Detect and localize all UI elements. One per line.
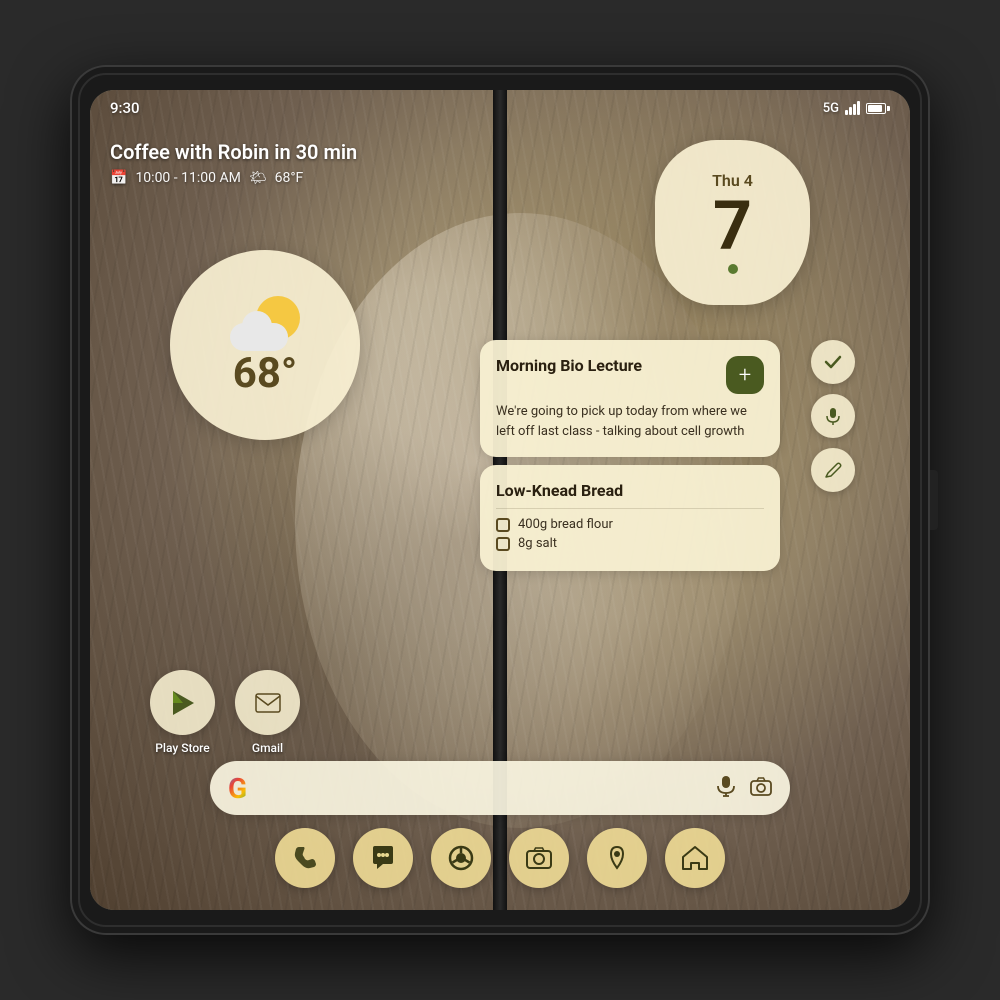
note-card-1[interactable]: Morning Bio Lecture + We're going to pic… xyxy=(480,340,780,457)
search-bar[interactable]: G xyxy=(210,761,790,815)
note-item-2-text: 8g salt xyxy=(518,536,557,551)
side-button[interactable] xyxy=(930,470,938,530)
note-2-title: Low-Knead Bread xyxy=(496,481,764,500)
checkbox-2[interactable] xyxy=(496,537,510,551)
app-icons-row: Play Store Gmail xyxy=(150,670,300,755)
weather-condition-icon xyxy=(230,296,300,351)
status-bar: 9:30 5G xyxy=(90,90,910,126)
note-1-title: Morning Bio Lecture xyxy=(496,356,642,375)
phone-screen: 9:30 5G Coffee with Robin in 3 xyxy=(90,90,910,910)
notification-temp: 68°F xyxy=(275,170,304,186)
cloud-icon xyxy=(230,323,288,351)
signal-icon xyxy=(845,101,860,115)
notification-title: Coffee with Robin in 30 min xyxy=(110,140,357,164)
date-indicator-dot xyxy=(728,264,738,274)
note-list-item-2: 8g salt xyxy=(496,536,764,551)
edit-action-button[interactable] xyxy=(811,448,855,492)
calendar-icon: 📅 xyxy=(110,170,127,186)
network-label: 5G xyxy=(823,101,839,116)
gmail-icon[interactable]: Gmail xyxy=(235,670,300,755)
camera-search-icon[interactable] xyxy=(750,776,772,800)
camera-dock-icon[interactable] xyxy=(509,828,569,888)
notification-detail: 📅 10:00 - 11:00 AM 🌤 68°F xyxy=(110,170,357,186)
chrome-dock-icon[interactable] xyxy=(431,828,491,888)
status-icons: 5G xyxy=(823,101,890,116)
app-dock xyxy=(275,828,725,888)
note-1-body: We're going to pick up today from where … xyxy=(496,402,764,441)
status-time: 9:30 xyxy=(110,99,140,117)
notification-time: 10:00 - 11:00 AM xyxy=(135,170,240,186)
weather-widget[interactable]: 68° xyxy=(170,250,360,440)
notes-widget: Morning Bio Lecture + We're going to pic… xyxy=(480,340,780,579)
calendar-notification[interactable]: Coffee with Robin in 30 min 📅 10:00 - 11… xyxy=(110,140,357,186)
play-store-label: Play Store xyxy=(155,741,209,755)
date-number: 7 xyxy=(713,192,752,260)
note-card-2[interactable]: Low-Knead Bread 400g bread flour 8g salt xyxy=(480,465,780,571)
google-logo: G xyxy=(228,772,247,805)
play-store-icon[interactable]: Play Store xyxy=(150,670,215,755)
side-actions xyxy=(811,340,855,492)
battery-icon xyxy=(866,103,890,114)
gmail-label: Gmail xyxy=(252,741,283,755)
note-item-1-text: 400g bread flour xyxy=(518,517,613,532)
date-widget[interactable]: Thu 4 7 xyxy=(655,140,810,305)
weather-temperature: 68° xyxy=(233,353,298,395)
check-action-button[interactable] xyxy=(811,340,855,384)
weather-icon: 🌤 xyxy=(249,170,267,186)
note-1-header: Morning Bio Lecture + xyxy=(496,356,764,394)
phone-device: 9:30 5G Coffee with Robin in 3 xyxy=(70,65,930,935)
play-store-circle xyxy=(150,670,215,735)
mic-search-icon[interactable] xyxy=(716,775,736,802)
maps-dock-icon[interactable] xyxy=(587,828,647,888)
phone-dock-icon[interactable] xyxy=(275,828,335,888)
checkbox-1[interactable] xyxy=(496,518,510,532)
note-list-item-1: 400g bread flour xyxy=(496,517,764,532)
note-add-button[interactable]: + xyxy=(726,356,764,394)
mic-action-button[interactable] xyxy=(811,394,855,438)
home-dock-icon[interactable] xyxy=(665,828,725,888)
gmail-circle xyxy=(235,670,300,735)
messages-dock-icon[interactable] xyxy=(353,828,413,888)
search-action-icons xyxy=(716,775,772,802)
note-divider xyxy=(496,508,764,509)
